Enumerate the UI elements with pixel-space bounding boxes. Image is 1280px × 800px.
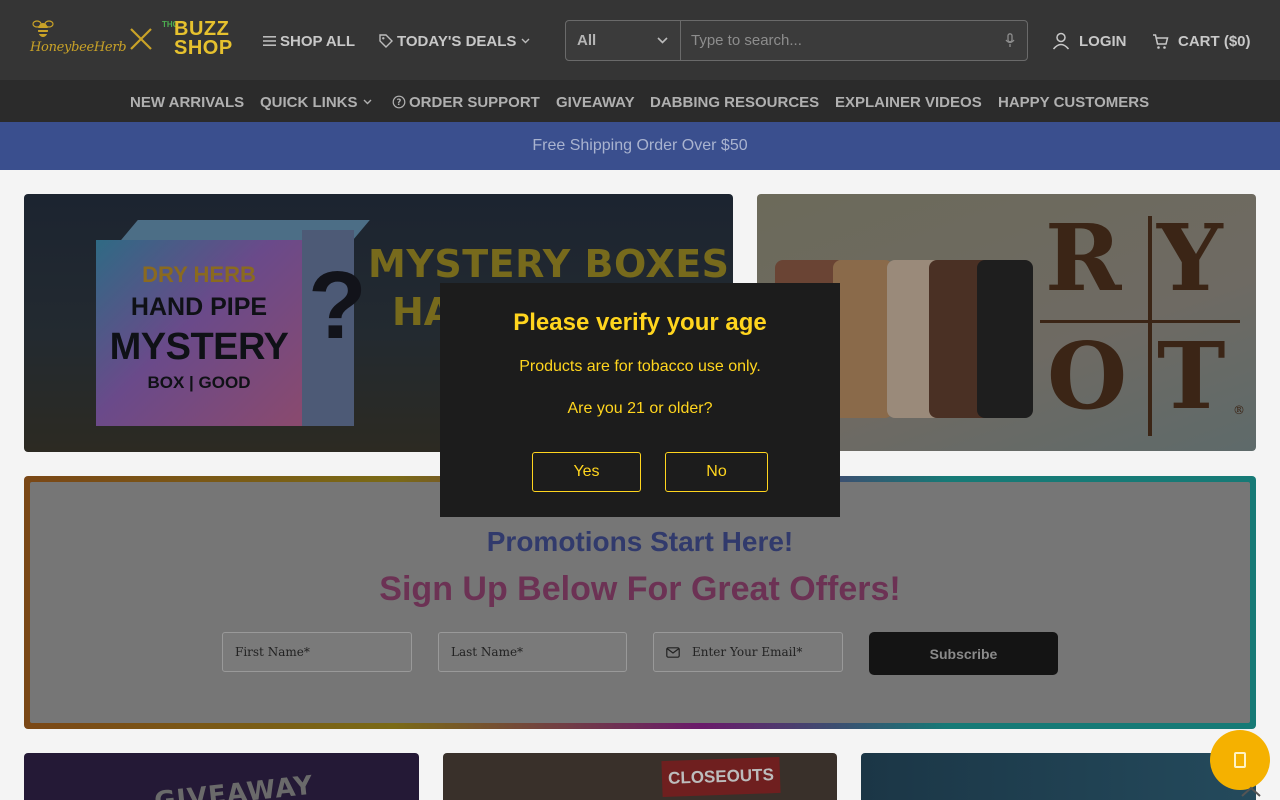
cross-icon: [130, 28, 152, 50]
tag-icon: [379, 34, 393, 48]
box-text-line4: BOX | GOOD: [147, 373, 251, 392]
secondary-nav: NEW ARRIVALS QUICK LINKS ? ORDER SUPPORT…: [0, 80, 1280, 122]
buzz-shop-logo: THC BUZZ SHOP: [162, 19, 233, 60]
subnav-explainer-videos[interactable]: EXPLAINER VIDEOS: [835, 92, 982, 112]
mystery-banner-title: MYSTERY BOXES: [368, 242, 730, 286]
honeybeeherb-logo: HoneybeeHerb: [28, 16, 127, 64]
chevron-down-icon: [657, 37, 668, 44]
age-yes-button[interactable]: Yes: [532, 452, 641, 492]
registered-mark: ®: [1233, 403, 1245, 417]
login-link[interactable]: LOGIN: [1052, 30, 1127, 52]
bee-icon: [32, 20, 54, 37]
giveaway-card[interactable]: GIVEAWAY: [24, 753, 419, 800]
first-name-placeholder: First Name*: [235, 645, 310, 659]
logo-shop-text: SHOP: [174, 37, 233, 59]
cart-link[interactable]: CART ($0): [1152, 30, 1251, 52]
logo-script-text: HoneybeeHerb: [30, 40, 127, 55]
subnav-happy-customers-label: HAPPY CUSTOMERS: [998, 93, 1150, 111]
user-icon: [1052, 32, 1070, 50]
subnav-dabbing-resources-label: DABBING RESOURCES: [650, 93, 820, 111]
ryot-divider-horizontal: [1040, 320, 1240, 323]
box-text-line2: HAND PIPE: [130, 293, 268, 321]
login-label: LOGIN: [1079, 32, 1127, 50]
microphone-icon[interactable]: [993, 21, 1027, 60]
product-card[interactable]: [861, 753, 1256, 800]
question-mark-graphic: ?: [308, 252, 367, 359]
subnav-new-arrivals-label: NEW ARRIVALS: [130, 93, 245, 111]
subnav-order-support[interactable]: ? ORDER SUPPORT: [392, 92, 540, 112]
envelope-icon: [666, 646, 680, 658]
last-name-field[interactable]: Last Name*: [438, 632, 627, 672]
signup-heading: Promotions Start Here!: [486, 526, 794, 557]
chevron-down-icon: [521, 38, 530, 44]
svg-text:?: ?: [397, 98, 402, 108]
closeouts-card-text: CLOSEOUTS: [661, 756, 781, 798]
subnav-explainer-videos-label: EXPLAINER VIDEOS: [835, 93, 982, 111]
modal-notice-text: Products are for tobacco use only.: [519, 358, 761, 375]
chat-icon: [1234, 752, 1246, 768]
subnav-quick-links[interactable]: QUICK LINKS: [260, 92, 372, 112]
last-name-placeholder: Last Name*: [451, 645, 524, 659]
subnav-happy-customers[interactable]: HAPPY CUSTOMERS: [998, 92, 1149, 112]
box-text-line1: DRY HERB: [142, 262, 256, 287]
signup-subheading: Sign Up Below For Great Offers!: [379, 570, 901, 608]
ryot-letter-r: R: [1045, 204, 1122, 312]
subnav-dabbing-resources[interactable]: DABBING RESOURCES: [650, 92, 819, 112]
subnav-new-arrivals[interactable]: NEW ARRIVALS: [130, 92, 244, 112]
chevron-down-icon: [363, 99, 371, 105]
ryot-divider-vertical: [1148, 216, 1152, 436]
ryot-letter-o: O: [1047, 322, 1128, 430]
subnav-order-support-label: ORDER SUPPORT: [409, 93, 540, 111]
search-category-select[interactable]: All: [566, 21, 681, 60]
subscribe-button[interactable]: Subscribe: [869, 632, 1058, 675]
newsletter-signup-panel: Promotions Start Here! Sign Up Below For…: [30, 482, 1250, 723]
site-header: HoneybeeHerb THC BUZZ SHOP SHOP ALL TODA…: [0, 0, 1280, 80]
cart-icon: [1153, 33, 1169, 49]
box-text-line3: MYSTERY: [109, 326, 289, 368]
question-circle-icon: ?: [392, 95, 406, 109]
nav-todays-deals-label: TODAY'S DEALS: [397, 32, 517, 50]
search-input[interactable]: [681, 21, 993, 60]
search-bar: All: [565, 20, 1028, 61]
logo-thc-text: THC: [162, 20, 179, 29]
ryot-letter-y: Y: [1157, 204, 1223, 312]
modal-question-text: Are you 21 or older?: [567, 400, 713, 417]
nav-shop-all[interactable]: SHOP ALL: [263, 31, 355, 51]
age-no-button[interactable]: No: [665, 452, 768, 492]
email-field[interactable]: Enter Your Email*: [653, 632, 843, 672]
first-name-field[interactable]: First Name*: [222, 632, 412, 672]
search-category-value: All: [577, 32, 597, 49]
ryot-box-product: [833, 260, 893, 418]
subnav-quick-links-label: QUICK LINKS: [260, 93, 358, 111]
closeouts-card[interactable]: CLOSEOUTS: [443, 753, 837, 800]
cart-label: CART ($0): [1178, 32, 1251, 50]
ryot-letter-t: T: [1157, 322, 1226, 430]
subnav-giveaway[interactable]: GIVEAWAY: [556, 92, 635, 112]
modal-title: Please verify your age: [513, 309, 767, 336]
email-placeholder: Enter Your Email*: [692, 645, 803, 659]
site-logo[interactable]: HoneybeeHerb THC BUZZ SHOP: [28, 16, 232, 64]
nav-todays-deals[interactable]: TODAY'S DEALS: [379, 31, 530, 51]
giveaway-card-text: GIVEAWAY: [152, 770, 315, 800]
subnav-giveaway-label: GIVEAWAY: [556, 93, 635, 111]
free-shipping-text: Free Shipping Order Over $50: [532, 137, 748, 154]
nav-shop-all-label: SHOP ALL: [280, 32, 356, 50]
age-verification-modal: Please verify your age Products are for …: [440, 283, 840, 517]
free-shipping-bar: Free Shipping Order Over $50: [0, 122, 1280, 170]
ryot-box-product: [977, 260, 1033, 418]
chevron-up-icon[interactable]: [1236, 780, 1266, 800]
hamburger-icon: [263, 36, 276, 46]
